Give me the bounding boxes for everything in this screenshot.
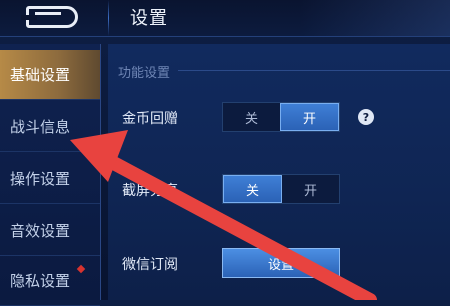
toggle-off-option[interactable]: 关 [223,103,280,131]
settings-sidebar: 基础设置 战斗信息 操作设置 音效设置 隐私设置 [0,44,101,306]
sidebar-item-privacy-settings[interactable]: 隐私设置 [0,256,100,306]
toggle-on-option[interactable]: 开 [282,175,339,203]
top-bar: 设置 [0,0,450,37]
sidebar-item-label: 隐私设置 [10,272,71,290]
sidebar-item-battle-info[interactable]: 战斗信息 [0,102,100,152]
section-divider [178,70,450,71]
sidebar-item-label: 操作设置 [10,170,71,188]
sidebar-item-label: 战斗信息 [10,118,71,136]
section-title: 功能设置 [118,66,171,81]
help-icon[interactable]: ? [358,109,374,125]
sidebar-item-control-settings[interactable]: 操作设置 [0,154,100,204]
sidebar-item-sound-settings[interactable]: 音效设置 [0,206,100,256]
notification-dot-icon [76,264,86,274]
page-title: 设置 [130,8,168,29]
toggle-off-option[interactable]: 关 [223,175,282,203]
coin-rebate-toggle: 关 开 [222,102,340,132]
header-divider [108,0,109,36]
sidebar-item-label: 基础设置 [10,66,71,84]
header-decoration [300,0,450,36]
settings-panel: 功能设置 金币回赠 关 开 ? 截屏分享 关 开 微信订阅 设置 [108,44,450,300]
back-button[interactable] [21,6,78,28]
sidebar-item-label: 音效设置 [10,222,71,240]
screenshot-share-toggle: 关 开 [222,174,340,204]
screenshot-share-label: 截屏分享 [122,183,178,199]
coin-rebate-label: 金币回赠 [122,111,178,127]
sidebar-item-basic-settings[interactable]: 基础设置 [0,50,100,100]
wechat-subscribe-label: 微信订阅 [122,257,178,273]
wechat-setup-button[interactable]: 设置 [222,248,340,278]
toggle-on-option[interactable]: 开 [280,103,339,131]
